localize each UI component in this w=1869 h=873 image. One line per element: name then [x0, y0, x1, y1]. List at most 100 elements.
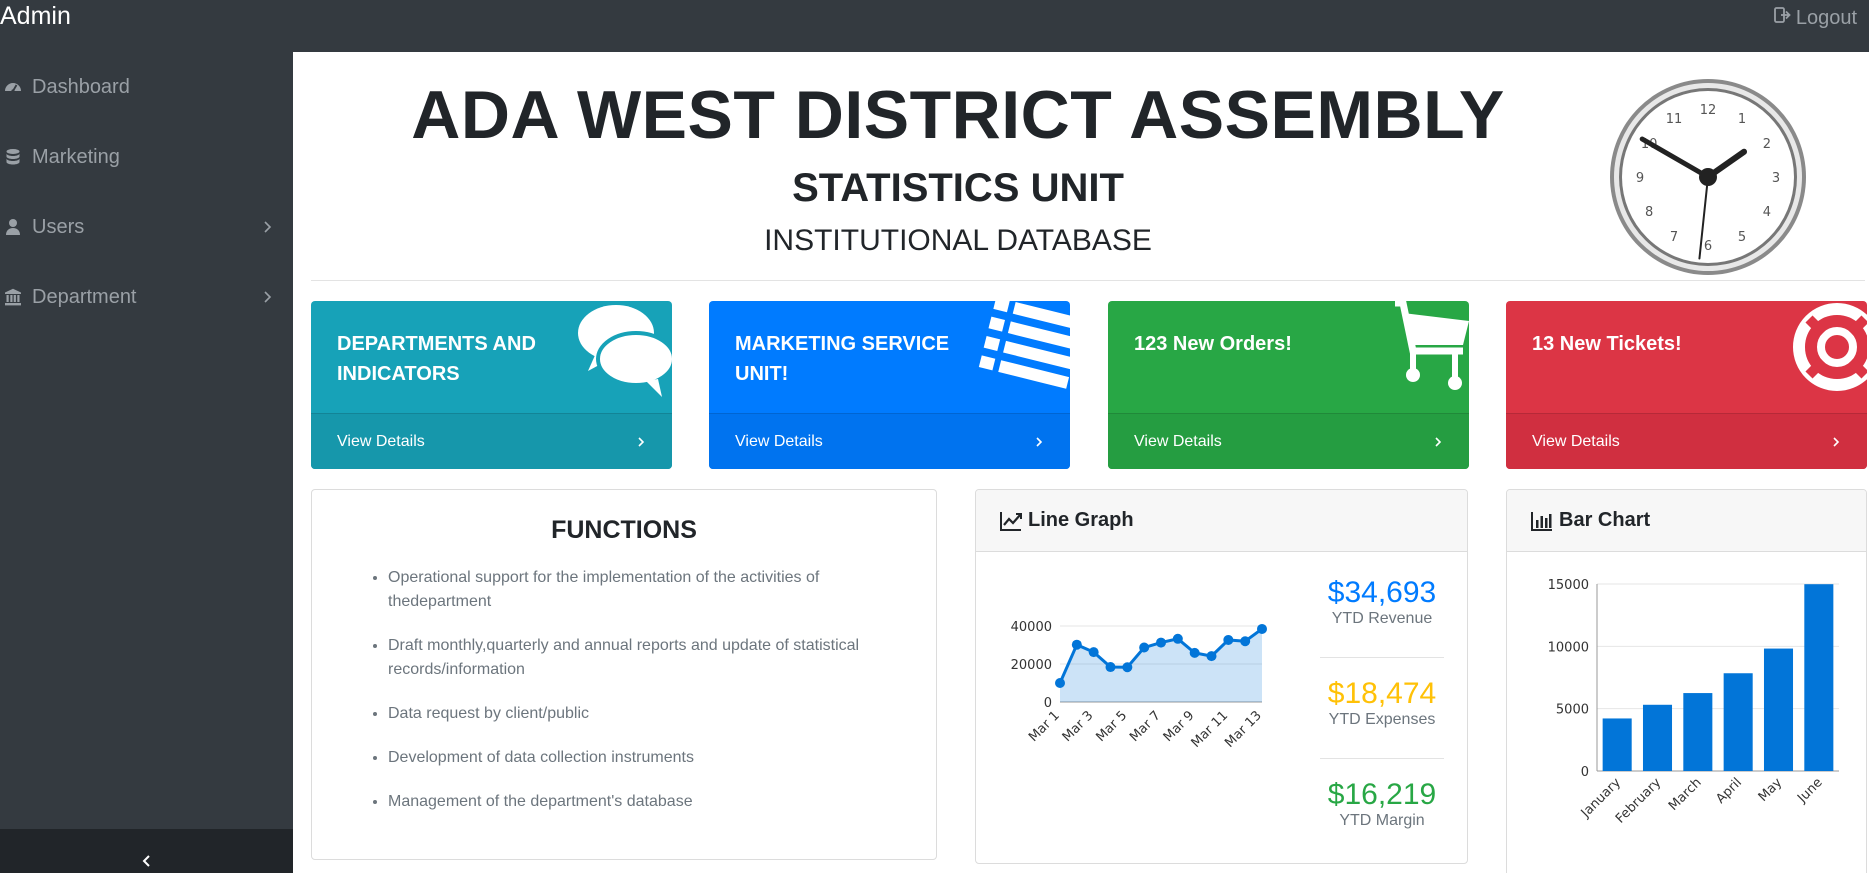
- clock-hour-label: 5: [1738, 230, 1746, 245]
- x-tick-label: June: [1794, 775, 1825, 806]
- list-item: Operational support for the implementati…: [388, 566, 888, 614]
- card-title: MARKETING SERVICE UNIT!: [735, 333, 950, 385]
- view-details-label: View Details: [337, 432, 425, 450]
- chevron-right-icon: [264, 291, 272, 303]
- list-item: Data request by client/public: [388, 702, 888, 726]
- card-title: DEPARTMENTS AND INDICATORS: [337, 333, 536, 385]
- bank-icon: [2, 286, 24, 308]
- sidebar-item-department[interactable]: Department: [0, 277, 293, 317]
- data-point[interactable]: [1257, 623, 1267, 634]
- chevron-right-icon: [1036, 436, 1043, 447]
- sidebar-item-users[interactable]: Users: [0, 207, 293, 247]
- x-tick-label: Mar 1: [1026, 708, 1063, 745]
- stat-label: YTD Revenue: [1331, 610, 1433, 627]
- view-details-link[interactable]: View Details: [1506, 413, 1867, 469]
- page-subtitle: STATISTICS UNIT: [792, 166, 1124, 210]
- sidebar-item-label: Department: [32, 285, 137, 308]
- bar[interactable]: [1602, 718, 1632, 771]
- data-point[interactable]: [1206, 651, 1217, 662]
- x-tick-label: March: [1666, 775, 1705, 814]
- list-item: Draft monthly,quarterly and annual repor…: [388, 634, 888, 682]
- list-item: Development of data collection instrumen…: [388, 746, 888, 770]
- analog-clock: 121234567891011: [1610, 79, 1806, 275]
- data-point[interactable]: [1223, 634, 1234, 645]
- y-tick-label: 0: [1581, 765, 1589, 780]
- brand[interactable]: Admin: [0, 2, 71, 31]
- data-point[interactable]: [1156, 637, 1166, 648]
- line-graph-panel: Line Graph 0 20000 40000 Mar 1 Mar 3 Mar 5 Mar…: [975, 489, 1468, 864]
- stat-value: $34,693: [1327, 576, 1437, 609]
- line-chart-icon: [1000, 511, 1022, 531]
- logout-label: Logout: [1795, 6, 1857, 29]
- sidebar-collapse-button[interactable]: [0, 829, 293, 873]
- sidebar-item-label: Dashboard: [32, 75, 130, 98]
- chevron-right-icon: [1833, 436, 1840, 447]
- bar[interactable]: [1804, 584, 1834, 771]
- line-graph-title: Line Graph: [1028, 509, 1134, 531]
- data-point[interactable]: [1088, 647, 1099, 658]
- stat-expenses: $18,474 YTD Expenses: [1320, 677, 1444, 729]
- chevron-left-icon: [142, 855, 150, 867]
- view-details-link[interactable]: View Details: [311, 413, 672, 469]
- clock-hour-label: 2: [1763, 137, 1771, 152]
- clock-hour-label: 4: [1763, 205, 1771, 220]
- bar-chart-panel: Bar Chart 0 5000 10000 15000 January February…: [1506, 489, 1867, 873]
- sidebar-item-marketing[interactable]: Marketing: [0, 137, 293, 177]
- clock-hour-label: 6: [1704, 239, 1712, 254]
- page-tagline: INSTITUTIONAL DATABASE: [764, 224, 1152, 257]
- chevron-right-icon: [1435, 436, 1442, 447]
- line-chart: 02000040000Mar 1Mar 3Mar 5Mar 7Mar 9Mar …: [1011, 620, 1267, 751]
- card-orders: 123 New Orders! View Details: [1108, 301, 1469, 469]
- clock-hour-label: 1: [1738, 112, 1746, 127]
- x-tick-label: Mar 7: [1127, 708, 1164, 745]
- bar[interactable]: [1683, 693, 1713, 771]
- clock-hour-label: 3: [1772, 171, 1780, 186]
- database-icon: [2, 146, 24, 168]
- data-point[interactable]: [1055, 678, 1065, 688]
- comments-icon: [578, 305, 672, 397]
- bar[interactable]: [1642, 704, 1673, 771]
- x-tick-label: May: [1756, 775, 1786, 805]
- sidebar-item-dashboard[interactable]: Dashboard: [0, 67, 293, 107]
- data-point[interactable]: [1071, 639, 1082, 650]
- y-tick-label: 20000: [1011, 658, 1052, 673]
- bar-chart-icon: [1531, 511, 1552, 531]
- clock-hour-label: 7: [1670, 230, 1678, 245]
- list-icon: [978, 301, 1070, 389]
- dashboard-icon: [2, 76, 24, 98]
- stat-margin: $16,219 YTD Margin: [1320, 778, 1444, 830]
- data-point[interactable]: [1105, 662, 1116, 673]
- view-details-link[interactable]: View Details: [709, 413, 1070, 469]
- clock-hour-label: 11: [1666, 112, 1683, 127]
- list-item: Management of the department's database: [388, 790, 888, 814]
- y-tick-label: 40000: [1011, 620, 1052, 635]
- y-tick-label: 5000: [1556, 703, 1589, 718]
- stat-revenue: $34,693 YTD Revenue: [1320, 576, 1444, 628]
- bar[interactable]: [1723, 673, 1753, 771]
- functions-title: FUNCTIONS: [551, 516, 697, 544]
- stat-value: $16,219: [1327, 778, 1437, 811]
- life-ring-icon: [1793, 303, 1867, 391]
- logout-link[interactable]: Logout: [1773, 6, 1857, 30]
- card-tickets: 13 New Tickets! View Details: [1506, 301, 1867, 469]
- data-point[interactable]: [1139, 642, 1150, 653]
- bar[interactable]: [1763, 648, 1794, 771]
- user-icon: [2, 216, 24, 238]
- view-details-label: View Details: [1532, 432, 1620, 450]
- bar-chart-title: Bar Chart: [1559, 509, 1651, 531]
- functions-panel: FUNCTIONS Operational support for the im…: [311, 489, 937, 860]
- header-divider: [311, 280, 1865, 281]
- view-details-link[interactable]: View Details: [1108, 413, 1469, 469]
- stat-divider: [1320, 758, 1444, 759]
- functions-list: Operational support for the implementati…: [388, 566, 888, 834]
- clock-center: [1699, 168, 1717, 186]
- data-point[interactable]: [1172, 633, 1183, 644]
- data-point[interactable]: [1122, 662, 1133, 673]
- data-point[interactable]: [1240, 636, 1251, 647]
- clock-hour-label: 8: [1645, 205, 1653, 220]
- x-tick-label: Mar 11: [1189, 708, 1232, 751]
- x-tick-label: Mar 3: [1060, 708, 1097, 745]
- y-tick-label: 10000: [1548, 640, 1589, 655]
- data-point[interactable]: [1189, 647, 1200, 658]
- x-tick-label: Mar 5: [1093, 708, 1130, 745]
